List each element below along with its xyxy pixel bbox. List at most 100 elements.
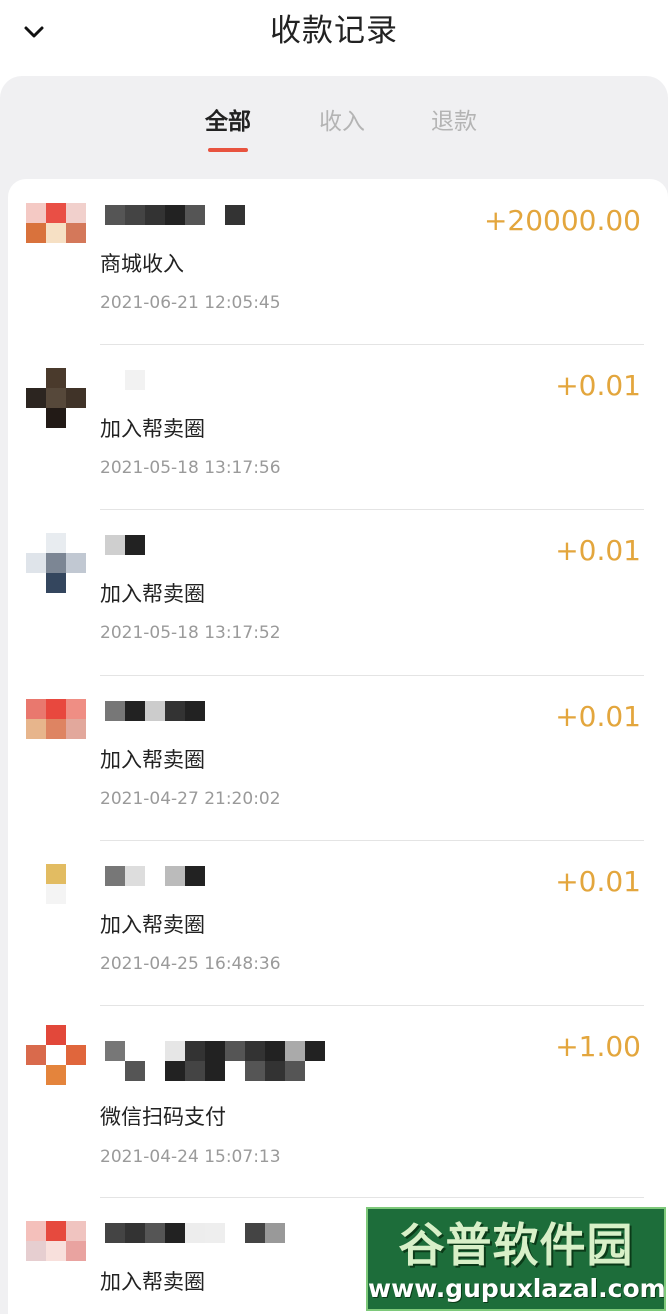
avatar-pixel: [66, 864, 86, 884]
record-title: 商城收入: [100, 252, 184, 276]
avatar-pixel: [66, 1221, 86, 1241]
tab-income[interactable]: 收入: [302, 106, 382, 138]
avatar-pixel: [66, 1241, 86, 1261]
watermark-brand: 谷普软件园: [398, 1218, 634, 1272]
tab-all[interactable]: 全部: [188, 106, 268, 152]
mask-pixel: [145, 1223, 165, 1243]
mask-pixel: [185, 1223, 205, 1243]
avatar-pixel: [26, 223, 46, 243]
mask-pixel: [105, 1061, 125, 1081]
mask-pixel: [165, 1223, 185, 1243]
avatar: [26, 533, 86, 593]
tab-income-label: 收入: [319, 109, 365, 135]
record-title: 加入帮卖圈: [100, 748, 205, 772]
avatar-pixel: [26, 368, 46, 388]
record-item[interactable]: +1.00 微信扫码支付 2021-04-24 15:07:13: [8, 1005, 668, 1197]
avatar: [26, 699, 86, 759]
avatar-pixel: [46, 864, 66, 884]
avatar-pixel: [46, 533, 66, 553]
tab-refund-label: 退款: [431, 109, 477, 135]
avatar-pixel: [66, 739, 86, 759]
avatar-pixel: [66, 1025, 86, 1045]
mask-pixel: [305, 1061, 325, 1081]
mask-pixel: [225, 1041, 245, 1061]
watermark-url: www.gupuxlazal.com: [368, 1274, 666, 1303]
record-item[interactable]: +0.01 加入帮卖圈 2021-05-18 13:17:56: [8, 344, 668, 509]
avatar: [26, 1221, 86, 1281]
avatar: [26, 203, 86, 263]
avatar-pixel: [26, 533, 46, 553]
mask-pixel: [125, 1223, 145, 1243]
avatar-pixel: [66, 904, 86, 924]
records-list[interactable]: +20000.00 商城收入 2021-06-21 12:05:45 +0.01…: [8, 179, 668, 1314]
mask-pixel: [185, 205, 205, 225]
avatar-pixel: [66, 553, 86, 573]
masked-name: [105, 1041, 365, 1081]
mask-pixel: [125, 701, 145, 721]
avatar-pixel: [66, 1045, 86, 1065]
record-time: 2021-05-18 13:17:56: [100, 458, 281, 478]
mask-pixel: [205, 205, 225, 225]
mask-pixel: [105, 1041, 125, 1061]
mask-pixel: [145, 866, 165, 886]
avatar-pixel: [66, 243, 86, 263]
divider: [100, 840, 644, 841]
mask-pixel: [205, 1041, 225, 1061]
avatar-pixel: [26, 1241, 46, 1261]
avatar-pixel: [46, 1241, 66, 1261]
avatar-pixel: [46, 388, 66, 408]
tab-refund[interactable]: 退款: [414, 106, 494, 138]
mask-pixel: [105, 1223, 125, 1243]
mask-pixel: [165, 1041, 185, 1061]
avatar-pixel: [46, 368, 66, 388]
mask-pixel: [105, 535, 125, 555]
avatar-pixel: [66, 719, 86, 739]
mask-pixel: [245, 1061, 265, 1081]
mask-pixel: [285, 1061, 305, 1081]
avatar-pixel: [46, 203, 66, 223]
mask-pixel: [225, 205, 245, 225]
mask-pixel: [105, 701, 125, 721]
record-time: 2021-04-27 21:20:02: [100, 789, 281, 809]
avatar-pixel: [26, 388, 46, 408]
avatar-pixel: [46, 1025, 66, 1045]
avatar: [26, 1025, 86, 1085]
mask-pixel: [145, 1041, 165, 1061]
avatar-pixel: [46, 1221, 66, 1241]
record-item[interactable]: +0.01 加入帮卖圈 2021-04-25 16:48:36: [8, 840, 668, 1005]
watermark-logo: 谷普软件园 www.gupuxlazal.com: [366, 1207, 666, 1311]
page-title: 收款记录: [270, 13, 398, 49]
mask-pixel: [265, 1061, 285, 1081]
avatar-pixel: [46, 223, 66, 243]
mask-pixel: [125, 1061, 145, 1081]
mask-pixel: [165, 205, 185, 225]
mask-pixel: [205, 1061, 225, 1081]
avatar-pixel: [26, 203, 46, 223]
avatar-pixel: [26, 573, 46, 593]
avatar-pixel: [26, 1221, 46, 1241]
record-item[interactable]: +20000.00 商城收入 2021-06-21 12:05:45: [8, 179, 668, 344]
record-amount: +0.01: [555, 700, 641, 733]
record-amount: +1.00: [555, 1030, 641, 1063]
record-item[interactable]: +0.01 加入帮卖圈 2021-05-18 13:17:52: [8, 509, 668, 674]
masked-name: [105, 205, 365, 245]
masked-name: [105, 701, 365, 741]
mask-pixel: [225, 1223, 245, 1243]
avatar-pixel: [66, 1065, 86, 1085]
record-time: 2021-04-25 16:48:36: [100, 954, 281, 974]
record-time: 2021-04-24 15:07:13: [100, 1147, 281, 1167]
avatar-pixel: [26, 739, 46, 759]
avatar-pixel: [26, 1045, 46, 1065]
mask-pixel: [105, 370, 125, 390]
mask-pixel: [125, 1041, 145, 1061]
record-item[interactable]: +0.01 加入帮卖圈 2021-04-27 21:20:02: [8, 675, 668, 840]
avatar-pixel: [26, 884, 46, 904]
avatar-pixel: [46, 1261, 66, 1281]
mask-pixel: [125, 205, 145, 225]
avatar-pixel: [46, 739, 66, 759]
avatar-pixel: [26, 1261, 46, 1281]
record-title: 加入帮卖圈: [100, 417, 205, 441]
mask-pixel: [185, 1061, 205, 1081]
avatar-pixel: [46, 408, 66, 428]
mask-pixel: [125, 535, 145, 555]
